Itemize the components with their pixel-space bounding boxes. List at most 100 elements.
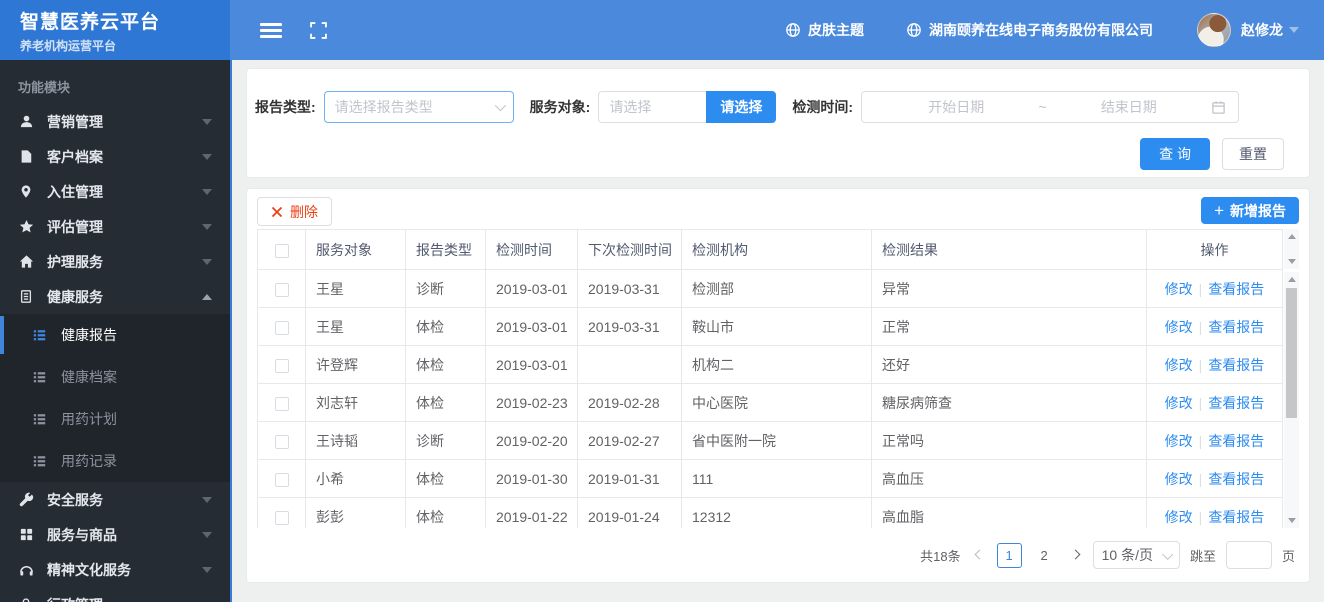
edit-link[interactable]: 修改 [1165, 281, 1193, 297]
table-panel: 删除 + 新增报告 服务对象 报告类型 检测时间 下次检测时间 检测机构 检测结… [246, 188, 1310, 583]
delete-button[interactable]: 删除 [257, 197, 332, 226]
sidebar-item-health-report[interactable]: 健康报告 [0, 314, 230, 356]
table-row: 彭彭 体检 2019-01-22 2019-01-24 12312 高血脂 修改… [257, 497, 1283, 528]
list-icon [32, 328, 47, 342]
sidebar-item-services-goods[interactable]: 服务与商品 [0, 517, 230, 552]
chevron-down-icon [494, 99, 506, 112]
page-button-2[interactable]: 2 [1032, 543, 1057, 568]
cell-detect-org: 111 [681, 459, 872, 498]
company-button[interactable]: 湖南颐养在线电子商务股份有限公司 [906, 20, 1153, 40]
row-checkbox[interactable] [274, 510, 289, 525]
sidebar-item-checkin[interactable]: 入住管理 [0, 174, 230, 209]
sidebar-item-label: 服务与商品 [47, 526, 117, 543]
scroll-up-icon[interactable] [1287, 234, 1296, 239]
view-report-link[interactable]: 查看报告 [1208, 471, 1264, 487]
prev-page-button[interactable] [971, 547, 987, 563]
view-report-link[interactable]: 查看报告 [1208, 433, 1264, 449]
fullscreen-icon [310, 21, 327, 39]
end-date-placeholder: 结束日期 [1100, 99, 1157, 115]
sidebar-item-administration[interactable]: 行政管理 [0, 587, 230, 602]
page-button-1[interactable]: 1 [996, 542, 1022, 568]
home-icon [18, 254, 34, 270]
header-service-target: 服务对象 [305, 229, 406, 270]
username-label: 赵修龙 [1241, 22, 1283, 38]
service-target-picker-button[interactable]: 请选择 [706, 91, 777, 123]
sidebar-item-marketing[interactable]: 营销管理 [0, 104, 230, 139]
scroll-up-icon[interactable] [1287, 277, 1296, 282]
sidebar-item-label: 客户档案 [47, 148, 103, 165]
sidebar-item-health[interactable]: 健康服务 [0, 279, 230, 314]
start-date-placeholder: 开始日期 [928, 99, 985, 115]
sidebar-item-culture[interactable]: 精神文化服务 [0, 552, 230, 587]
sidebar-item-customer-files[interactable]: 客户档案 [0, 139, 230, 174]
cell-report-type: 体检 [405, 345, 486, 384]
cell-detect-time: 2019-02-23 [485, 383, 578, 422]
body-scrollbar[interactable] [1284, 272, 1299, 528]
row-checkbox[interactable] [274, 282, 289, 297]
list-icon [32, 454, 47, 468]
row-checkbox[interactable] [274, 320, 289, 335]
action-separator: | [1198, 356, 1203, 373]
sidebar-item-medication-plan[interactable]: 用药计划 [0, 398, 230, 440]
table-row: 王星 诊断 2019-03-01 2019-03-31 检测部 异常 修改 | 查看… [257, 269, 1283, 308]
scroll-down-icon[interactable] [1287, 259, 1296, 264]
cell-service-target: 王诗韬 [305, 421, 406, 460]
select-all-checkbox[interactable] [274, 243, 289, 258]
row-checkbox[interactable] [274, 472, 289, 487]
sidebar-toggle-button[interactable] [260, 20, 282, 41]
file-icon [18, 149, 34, 165]
sidebar-item-assessment[interactable]: 评估管理 [0, 209, 230, 244]
cell-detect-org: 检测部 [681, 269, 872, 308]
next-page-button[interactable] [1067, 547, 1083, 563]
row-checkbox[interactable] [274, 434, 289, 449]
sidebar-item-security[interactable]: 安全服务 [0, 482, 230, 517]
page-size-select[interactable]: 10 条/页 [1092, 541, 1180, 569]
cell-detect-org: 12312 [681, 497, 872, 528]
row-checkbox[interactable] [274, 358, 289, 373]
user-avatar[interactable] [1197, 13, 1231, 47]
jump-page-input[interactable] [1225, 541, 1272, 569]
company-name: 湖南颐养在线电子商务股份有限公司 [929, 22, 1153, 38]
cell-detect-time: 2019-03-01 [485, 269, 578, 308]
scrollbar-thumb[interactable] [1286, 288, 1297, 418]
edit-link[interactable]: 修改 [1165, 357, 1193, 373]
fullscreen-button[interactable] [310, 21, 327, 39]
view-report-link[interactable]: 查看报告 [1208, 281, 1264, 297]
lock-icon [18, 597, 34, 602]
report-type-select[interactable]: 请选择报告类型 [323, 91, 514, 123]
row-checkbox[interactable] [274, 396, 289, 411]
add-report-button[interactable]: + 新增报告 [1201, 197, 1299, 224]
cell-service-target: 彭彭 [305, 497, 406, 528]
sidebar-item-medication-record[interactable]: 用药记录 [0, 440, 230, 482]
cell-next-detect-time [577, 345, 682, 384]
header-scrollbar[interactable] [1284, 229, 1299, 269]
service-target-input[interactable] [598, 91, 707, 123]
edit-link[interactable]: 修改 [1165, 395, 1193, 411]
action-separator: | [1198, 318, 1203, 335]
search-button[interactable]: 查 询 [1140, 138, 1210, 170]
sidebar-item-nursing[interactable]: 护理服务 [0, 244, 230, 279]
globe-icon [785, 22, 801, 38]
sidebar-item-health-archive[interactable]: 健康档案 [0, 356, 230, 398]
view-report-link[interactable]: 查看报告 [1208, 319, 1264, 335]
cell-report-type: 体检 [405, 383, 486, 422]
detect-time-range-picker[interactable]: 开始日期 ~ 结束日期 [861, 91, 1240, 123]
view-report-link[interactable]: 查看报告 [1208, 395, 1264, 411]
edit-link[interactable]: 修改 [1165, 471, 1193, 487]
reset-button[interactable]: 重置 [1222, 138, 1284, 170]
plus-icon: + [1214, 201, 1224, 220]
edit-link[interactable]: 修改 [1165, 433, 1193, 449]
header-next-detect-time: 下次检测时间 [577, 229, 682, 270]
service-target-group: 请选择 [598, 91, 777, 123]
skin-theme-button[interactable]: 皮肤主题 [785, 20, 864, 40]
edit-link[interactable]: 修改 [1165, 509, 1193, 525]
headphones-icon [18, 562, 34, 578]
service-target-label: 服务对象: [529, 99, 591, 115]
scroll-down-icon[interactable] [1287, 518, 1296, 523]
view-report-link[interactable]: 查看报告 [1208, 509, 1264, 525]
cell-detect-result: 正常 [871, 307, 1147, 346]
topbar: 智慧医养云平台 养老机构运营平台 皮肤主题 湖南颐养在线电子商务股份有限公司 赵… [0, 0, 1324, 60]
edit-link[interactable]: 修改 [1165, 319, 1193, 335]
view-report-link[interactable]: 查看报告 [1208, 357, 1264, 373]
user-menu[interactable]: 赵修龙 [1241, 20, 1299, 40]
